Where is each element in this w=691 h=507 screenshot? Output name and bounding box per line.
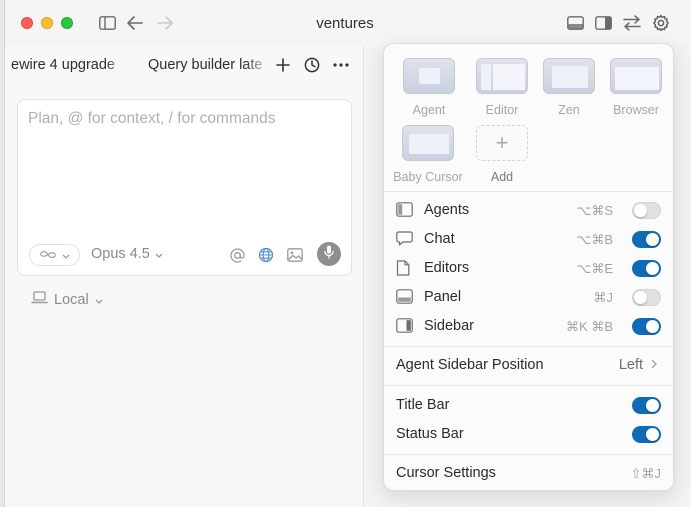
at-mention-icon[interactable] (228, 246, 246, 264)
agent-pane: ewire 4 upgrade Query builder late Plan,… (5, 46, 364, 507)
tab-query-builder[interactable]: Query builder late (148, 57, 270, 73)
image-attach-icon[interactable] (286, 246, 304, 264)
add-layout-label: Add (490, 170, 514, 184)
toggle-secondary-sidebar-icon[interactable] (593, 13, 613, 33)
browser-layout-icon (610, 58, 662, 94)
back-arrow-icon[interactable] (125, 13, 145, 33)
title-bar-toggle[interactable] (632, 397, 661, 414)
toggle-row-panel[interactable]: Panel ⌘J (384, 283, 673, 312)
composer-placeholder[interactable]: Plan, @ for context, / for commands (28, 110, 275, 128)
cursor-settings-row[interactable]: Cursor Settings ⇧⌘J (384, 459, 673, 488)
layout-menu: Agent Editor Zen Browser Baby Cursor + A… (383, 43, 674, 491)
shortcut-hint: ⌘J (593, 290, 614, 305)
more-options-icon[interactable] (331, 55, 351, 75)
window-title: ventures (316, 15, 374, 32)
shortcut-hint: ⇧⌘J (630, 466, 661, 481)
status-bar-label: Status Bar (396, 426, 464, 442)
tab-bar: ewire 4 upgrade Query builder late (5, 46, 364, 86)
agent-mode-selector[interactable] (29, 244, 80, 266)
add-layout-button[interactable]: + Add (472, 125, 532, 184)
gear-icon[interactable] (651, 13, 671, 33)
minimize-window-button[interactable] (41, 17, 53, 29)
tab-rewire-upgrade[interactable]: ewire 4 upgrade (11, 57, 129, 73)
menu-divider (384, 346, 673, 347)
toggle-row-sidebar[interactable]: Sidebar ⌘K ⌘B (384, 312, 673, 341)
agent-sidebar-position-label: Agent Sidebar Position (396, 357, 544, 373)
menu-divider (384, 385, 673, 386)
plus-icon[interactable] (273, 55, 293, 75)
agent-layout-icon (403, 58, 455, 94)
toggle-label: Editors (424, 260, 470, 276)
agent-sidebar-position-value: Left (618, 357, 643, 373)
toggle-label: Sidebar (424, 318, 474, 334)
microphone-icon (324, 245, 334, 264)
shortcut-hint: ⌥⌘S (576, 203, 613, 218)
layout-label: Baby Cursor (393, 170, 463, 184)
panel-toggle[interactable] (632, 289, 661, 306)
laptop-icon (31, 291, 48, 308)
menu-divider (384, 454, 673, 455)
editors-toggle[interactable] (632, 260, 661, 277)
environment-selector[interactable]: Local (31, 291, 103, 308)
layout-baby-cursor[interactable]: Baby Cursor (388, 125, 468, 184)
status-bar-toggle[interactable] (632, 426, 661, 443)
sidebar-icon (396, 318, 414, 334)
model-label: Opus 4.5 (91, 246, 150, 262)
layout-label: Agent (412, 103, 446, 117)
swap-layout-icon[interactable] (622, 13, 642, 33)
layout-label: Zen (558, 103, 580, 117)
history-clock-icon[interactable] (302, 55, 322, 75)
chevron-down-icon (62, 248, 70, 262)
chat-toggle[interactable] (632, 231, 661, 248)
title-bar: ventures (5, 0, 691, 46)
plus-icon: + (476, 125, 528, 161)
shortcut-hint: ⌘K ⌘B (566, 319, 613, 334)
environment-label: Local (54, 291, 89, 308)
shortcut-hint: ⌥⌘B (576, 232, 613, 247)
microphone-button[interactable] (317, 242, 341, 266)
chat-composer[interactable]: Plan, @ for context, / for commands Opus… (17, 99, 352, 276)
zen-layout-icon (543, 58, 595, 94)
title-bar-label: Title Bar (396, 397, 450, 413)
chevron-down-icon (95, 292, 103, 308)
document-icon (396, 260, 414, 276)
agent-sidebar-position-row[interactable]: Agent Sidebar Position Left (384, 351, 673, 380)
toggle-row-editors[interactable]: Editors ⌥⌘E (384, 254, 673, 283)
chevron-right-icon (651, 357, 657, 376)
menu-divider (384, 191, 673, 192)
bottom-panel-icon (396, 289, 414, 305)
globe-icon[interactable] (257, 246, 275, 264)
zoom-window-button[interactable] (61, 17, 73, 29)
layout-label: Browser (613, 103, 659, 117)
toggle-sidebar-icon[interactable] (97, 13, 117, 33)
layout-zen[interactable]: Zen (539, 58, 599, 117)
cursor-settings-label: Cursor Settings (396, 465, 496, 481)
baby-cursor-layout-icon (402, 125, 454, 161)
layout-label: Editor (485, 103, 519, 117)
editor-layout-icon (476, 58, 528, 94)
toggle-panel-icon[interactable] (565, 13, 585, 33)
toggle-label: Chat (424, 231, 455, 247)
model-selector[interactable]: Opus 4.5 (91, 246, 163, 262)
forward-arrow-icon[interactable] (155, 13, 175, 33)
agents-toggle[interactable] (632, 202, 661, 219)
infinity-icon (39, 248, 57, 262)
layout-agent[interactable]: Agent (399, 58, 459, 117)
toggle-label: Agents (424, 202, 470, 218)
layout-browser[interactable]: Browser (606, 58, 666, 117)
agents-panel-icon (396, 202, 414, 218)
toggle-row-agents[interactable]: Agents ⌥⌘S (384, 196, 673, 225)
sidebar-toggle[interactable] (632, 318, 661, 335)
close-window-button[interactable] (21, 17, 33, 29)
chat-bubble-icon (396, 231, 414, 247)
shortcut-hint: ⌥⌘E (576, 261, 613, 276)
status-bar-row[interactable]: Status Bar (384, 420, 673, 449)
toggle-row-chat[interactable]: Chat ⌥⌘B (384, 225, 673, 254)
toggle-label: Panel (424, 289, 462, 305)
chevron-down-icon (155, 246, 163, 262)
layout-editor[interactable]: Editor (472, 58, 532, 117)
title-bar-row[interactable]: Title Bar (384, 391, 673, 420)
